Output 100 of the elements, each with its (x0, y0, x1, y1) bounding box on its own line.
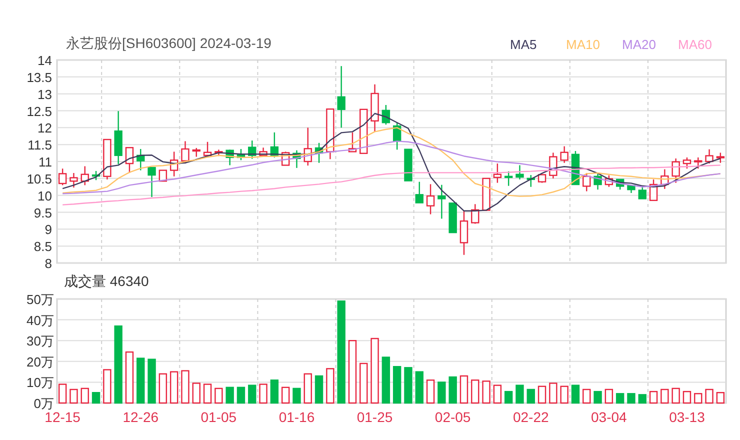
date-label: 02-05 (434, 409, 471, 425)
volume-bar (370, 338, 379, 404)
volume-bar (125, 351, 134, 404)
volume-bar (672, 388, 680, 404)
candlestick (214, 150, 223, 156)
date-label: 12-15 (44, 409, 80, 425)
candlestick (649, 179, 658, 201)
candlestick (103, 138, 112, 180)
volume-bar (604, 388, 614, 404)
volume-bar (392, 366, 402, 404)
volume-bar (348, 340, 357, 404)
axis-label: 12.5 (26, 104, 52, 119)
date-label: 01-25 (356, 409, 393, 425)
axis-label: 14 (38, 55, 52, 68)
volume-bar (438, 382, 446, 404)
axis-label: 11.5 (28, 138, 52, 153)
candlestick (170, 152, 178, 176)
candlestick (482, 178, 490, 211)
volume-bar (70, 388, 78, 404)
volume-bar (136, 358, 145, 404)
candlestick (516, 165, 524, 180)
volume-bar (58, 384, 67, 404)
volume-bar (404, 367, 412, 404)
candlestick (348, 132, 357, 152)
volume-bar (471, 380, 480, 404)
candlestick (627, 184, 636, 193)
candlestick (638, 186, 646, 200)
volume-bar (270, 380, 279, 404)
volume-bar (660, 388, 669, 404)
volume-bar (594, 390, 602, 404)
volume-bar (538, 386, 546, 404)
candlestick (314, 142, 324, 163)
volume-bar (627, 393, 636, 404)
volume-bar (526, 388, 535, 404)
candlestick (582, 173, 591, 192)
candlestick (549, 152, 558, 178)
candlestick (526, 175, 535, 187)
volume-bar (281, 386, 290, 404)
axis-label: 10.5 (26, 171, 52, 186)
volume-bar (705, 388, 714, 404)
candlestick (716, 152, 725, 163)
volume-label: 成交量 46340 (64, 272, 149, 291)
volume-bar (80, 388, 89, 404)
candlestick (538, 174, 546, 183)
volume-bar (582, 388, 591, 404)
date-label: 03-04 (591, 409, 627, 425)
legend-label: MA20 (622, 36, 657, 54)
candlestick (504, 171, 513, 186)
candlestick (660, 169, 669, 189)
candlestick (70, 173, 78, 188)
axis-label: 8.5 (34, 239, 52, 254)
candlestick (148, 167, 156, 198)
volume-bar (549, 382, 558, 404)
candlestick (404, 148, 412, 182)
volume-bar (560, 386, 568, 404)
chart-title: 永艺股份[SH603600] 2024-03-19 (66, 34, 272, 53)
candlestick (58, 168, 67, 186)
volume-bar (694, 393, 702, 404)
candlestick (438, 184, 446, 219)
date-label: 03-13 (669, 409, 705, 425)
candlestick (594, 173, 602, 190)
candlestick (226, 150, 234, 166)
volume-bar (448, 376, 457, 404)
volume-bar (716, 392, 725, 404)
candlestick (125, 147, 134, 173)
candlestick (493, 164, 502, 183)
volume-bar (616, 393, 624, 404)
volume-bar (571, 384, 580, 404)
volume-bar (482, 380, 490, 404)
candlestick (415, 182, 424, 204)
candlestick (370, 84, 379, 132)
candlestick (360, 108, 368, 154)
volume-bar (181, 370, 190, 404)
volume-bar (158, 373, 168, 404)
candlestick (181, 141, 190, 164)
axis-label: 12 (38, 120, 52, 136)
candlestick (460, 210, 468, 255)
volume-bar (382, 356, 390, 404)
candlestick (192, 148, 200, 157)
volume-bar (415, 371, 424, 404)
candlestick (236, 148, 246, 160)
candlestick (158, 170, 168, 182)
axis-label: 13 (38, 86, 52, 102)
volume-bar (203, 384, 212, 404)
legend-label: MA5 (510, 36, 538, 54)
volume-bar (259, 384, 268, 404)
candlestick (426, 184, 435, 214)
axis-label: 11 (38, 154, 52, 170)
axis-label: 10 (38, 188, 52, 204)
volume-bar (493, 384, 502, 404)
candlestick (382, 105, 390, 125)
volume-bar (248, 384, 256, 404)
volume-bar (326, 368, 334, 404)
date-label: 02-22 (512, 409, 549, 425)
candlestick (616, 178, 624, 190)
volume-bar (226, 386, 234, 404)
volume-bar (314, 375, 324, 404)
candlestick (705, 149, 714, 164)
candlestick (604, 175, 614, 187)
volume-bar (292, 388, 301, 404)
